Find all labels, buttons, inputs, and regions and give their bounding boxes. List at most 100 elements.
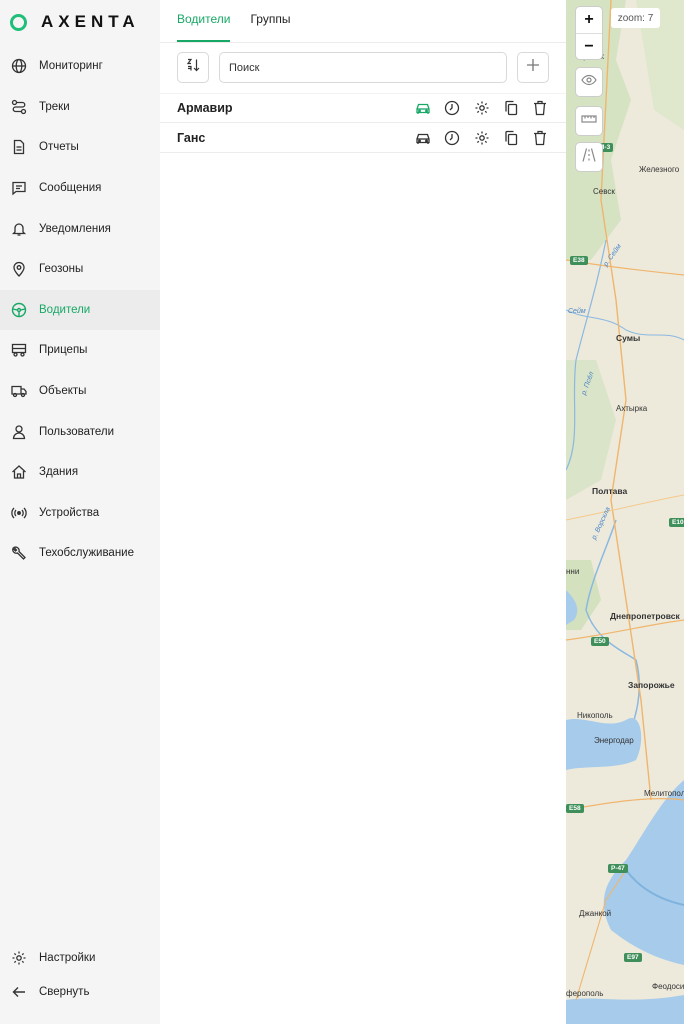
visibility-button[interactable]	[576, 68, 602, 96]
driver-name: Армавир	[177, 101, 233, 115]
bell-icon	[10, 220, 28, 238]
trailer-icon	[10, 341, 28, 359]
map-city-label: ферополь	[566, 989, 604, 998]
map[interactable]: Брянск Севск Железного Сумы Ахтырка Полт…	[566, 0, 684, 1024]
sidebar-collapse-button[interactable]: Свернуть	[0, 975, 160, 1009]
map-road-label: P-47	[608, 864, 628, 873]
map-city-label: Феодоси	[652, 982, 684, 991]
car-icon[interactable]	[414, 99, 432, 117]
sidebar-item-monitoring[interactable]: Мониторинг	[0, 46, 160, 87]
zoom-out-button[interactable]: −	[576, 33, 602, 59]
plus-icon	[526, 58, 540, 77]
sidebar: AXENTA Мониторинг Треки Отчеты Сообщения	[0, 0, 160, 1024]
sidebar-item-label: Отчеты	[39, 141, 79, 154]
driver-name: Ганс	[177, 130, 206, 145]
location-pin-icon	[10, 260, 28, 278]
map-city-label: Джанкой	[579, 909, 612, 918]
zoom-level-label: zoom: 7	[611, 8, 660, 28]
steering-wheel-icon	[10, 301, 28, 319]
sidebar-item-buildings[interactable]: Здания	[0, 452, 160, 493]
message-icon	[10, 179, 28, 197]
search-input[interactable]	[219, 52, 507, 83]
history-icon[interactable]	[443, 129, 461, 147]
road-layer-button[interactable]	[576, 143, 602, 171]
sidebar-item-users[interactable]: Пользователи	[0, 411, 160, 452]
tab-drivers[interactable]: Водители	[177, 12, 231, 42]
sidebar-item-devices[interactable]: Устройства	[0, 493, 160, 534]
ruler-icon	[581, 111, 597, 132]
sidebar-bottom-nav: Настройки Свернуть	[0, 941, 160, 1009]
sidebar-item-label: Геозоны	[39, 263, 84, 276]
tab-groups[interactable]: Группы	[250, 12, 290, 42]
row-actions	[414, 99, 560, 117]
wrench-icon	[10, 544, 28, 562]
map-city-label: Днепропетровск	[610, 611, 680, 621]
sidebar-item-drivers[interactable]: Водители	[0, 289, 160, 331]
sidebar-item-label: Здания	[39, 466, 79, 479]
list-item[interactable]: Армавир	[160, 93, 566, 123]
row-actions	[414, 129, 560, 147]
drivers-list: Армавир Ганс	[160, 93, 566, 153]
copy-icon[interactable]	[502, 99, 520, 117]
map-city-label: Полтава	[592, 486, 628, 496]
trash-icon[interactable]	[531, 99, 549, 117]
gear-icon	[10, 949, 28, 967]
sidebar-item-label: Уведомления	[39, 222, 111, 235]
copy-icon[interactable]	[502, 129, 520, 147]
gear-icon[interactable]	[473, 99, 491, 117]
sidebar-item-geozones[interactable]: Геозоны	[0, 249, 160, 290]
broadcast-icon	[10, 504, 28, 522]
logo-ring-icon	[10, 13, 27, 31]
sidebar-item-label: Сообщения	[39, 182, 102, 195]
sidebar-item-label: Водители	[39, 303, 91, 316]
globe-icon	[10, 57, 28, 75]
user-icon	[10, 423, 28, 441]
map-city-label: Энергодар	[594, 736, 634, 745]
trash-icon[interactable]	[531, 129, 549, 147]
gear-icon[interactable]	[473, 129, 491, 147]
logo[interactable]: AXENTA	[10, 12, 140, 32]
tabs-divider	[160, 42, 566, 43]
zoom-control: + −	[576, 7, 602, 59]
sidebar-item-notifications[interactable]: Уведомления	[0, 208, 160, 249]
sort-icon	[185, 57, 201, 78]
sidebar-item-label: Прицепы	[39, 344, 88, 357]
sort-button[interactable]	[177, 52, 209, 83]
map-road-label: E10	[669, 518, 684, 527]
eye-icon	[581, 72, 597, 93]
map-city-label: Севск	[593, 187, 615, 196]
sidebar-item-objects[interactable]: Объекты	[0, 371, 160, 412]
map-city-label: Никополь	[577, 711, 613, 720]
list-item[interactable]: Ганс	[160, 123, 566, 153]
route-icon	[10, 98, 28, 116]
sidebar-item-reports[interactable]: Отчеты	[0, 127, 160, 168]
map-road-label: E38	[570, 256, 588, 265]
ruler-button[interactable]	[576, 107, 602, 135]
sidebar-item-label: Свернуть	[39, 986, 90, 998]
drivers-panel: Водители Группы Армавир	[160, 0, 566, 1024]
map-city-label: Мелитопол	[644, 789, 684, 798]
map-city-label: Сумы	[616, 333, 641, 343]
history-icon[interactable]	[443, 99, 461, 117]
add-driver-button[interactable]	[517, 52, 549, 83]
document-icon	[10, 138, 28, 156]
sidebar-item-label: Настройки	[39, 952, 96, 964]
map-river-label: Сейм	[568, 308, 586, 315]
house-icon	[10, 463, 28, 481]
sidebar-item-label: Объекты	[39, 385, 87, 398]
sidebar-item-maintenance[interactable]: Техобслуживание	[0, 533, 160, 574]
sidebar-item-settings[interactable]: Настройки	[0, 941, 160, 975]
sidebar-item-tracks[interactable]: Треки	[0, 87, 160, 128]
sidebar-item-label: Мониторинг	[39, 60, 103, 73]
sidebar-nav: Мониторинг Треки Отчеты Сообщения Уведом…	[0, 46, 160, 574]
map-road-label: E97	[624, 953, 642, 962]
map-road-label: E58	[566, 804, 584, 813]
tabs: Водители Группы	[177, 12, 310, 42]
sidebar-item-messages[interactable]: Сообщения	[0, 168, 160, 209]
sidebar-item-trailers[interactable]: Прицепы	[0, 330, 160, 371]
car-icon[interactable]	[414, 129, 432, 147]
map-city-label: Железного	[639, 165, 680, 174]
zoom-in-button[interactable]: +	[576, 7, 602, 33]
map-city-label: нни	[566, 567, 580, 576]
map-city-label: Ахтырка	[616, 404, 648, 413]
